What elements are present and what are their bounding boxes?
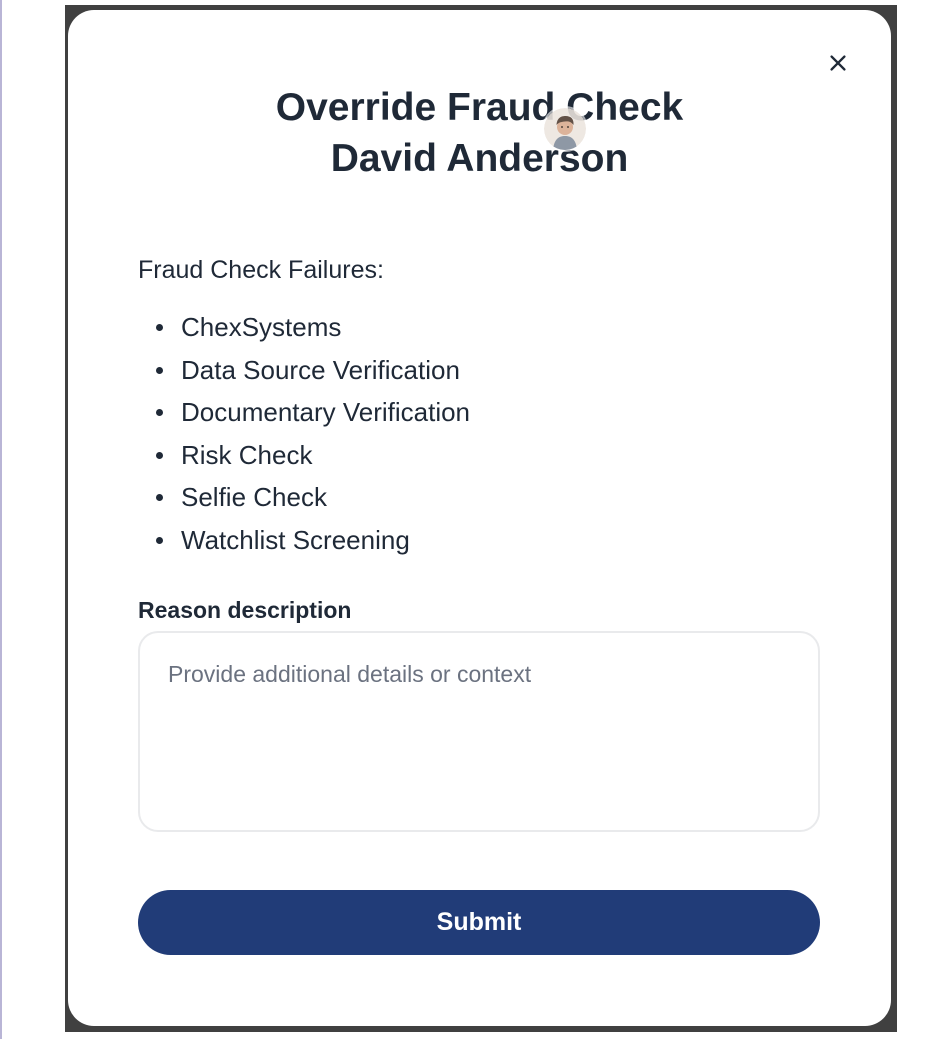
fraud-check-failures-heading: Fraud Check Failures:: [138, 256, 384, 284]
reason-description-label: Reason description: [138, 597, 352, 623]
failure-item-watchlist-screening: Watchlist Screening: [138, 521, 470, 564]
close-button[interactable]: [821, 46, 855, 80]
avatar: [544, 108, 586, 150]
failure-item-selfie-check: Selfie Check: [138, 478, 470, 521]
failure-item-chexsystems: ChexSystems: [138, 308, 470, 351]
modal-title: Override Fraud Check David Anderson: [68, 82, 891, 184]
failure-item-documentary-verification: Documentary Verification: [138, 393, 470, 436]
modal-title-line-1: Override Fraud Check: [275, 86, 684, 129]
failure-item-data-source-verification: Data Source Verification: [138, 351, 470, 394]
fraud-check-failures-list: ChexSystems Data Source Verification Doc…: [138, 308, 470, 564]
reason-description-input[interactable]: [138, 631, 820, 832]
modal-title-customer-name: David Anderson: [330, 137, 629, 180]
left-page-edge: [0, 0, 2, 1039]
failure-item-risk-check: Risk Check: [138, 436, 470, 479]
submit-button[interactable]: Submit: [138, 890, 820, 955]
override-fraud-check-modal: Override Fraud Check David Anderson Frau…: [68, 10, 891, 1026]
close-icon: [830, 55, 846, 71]
